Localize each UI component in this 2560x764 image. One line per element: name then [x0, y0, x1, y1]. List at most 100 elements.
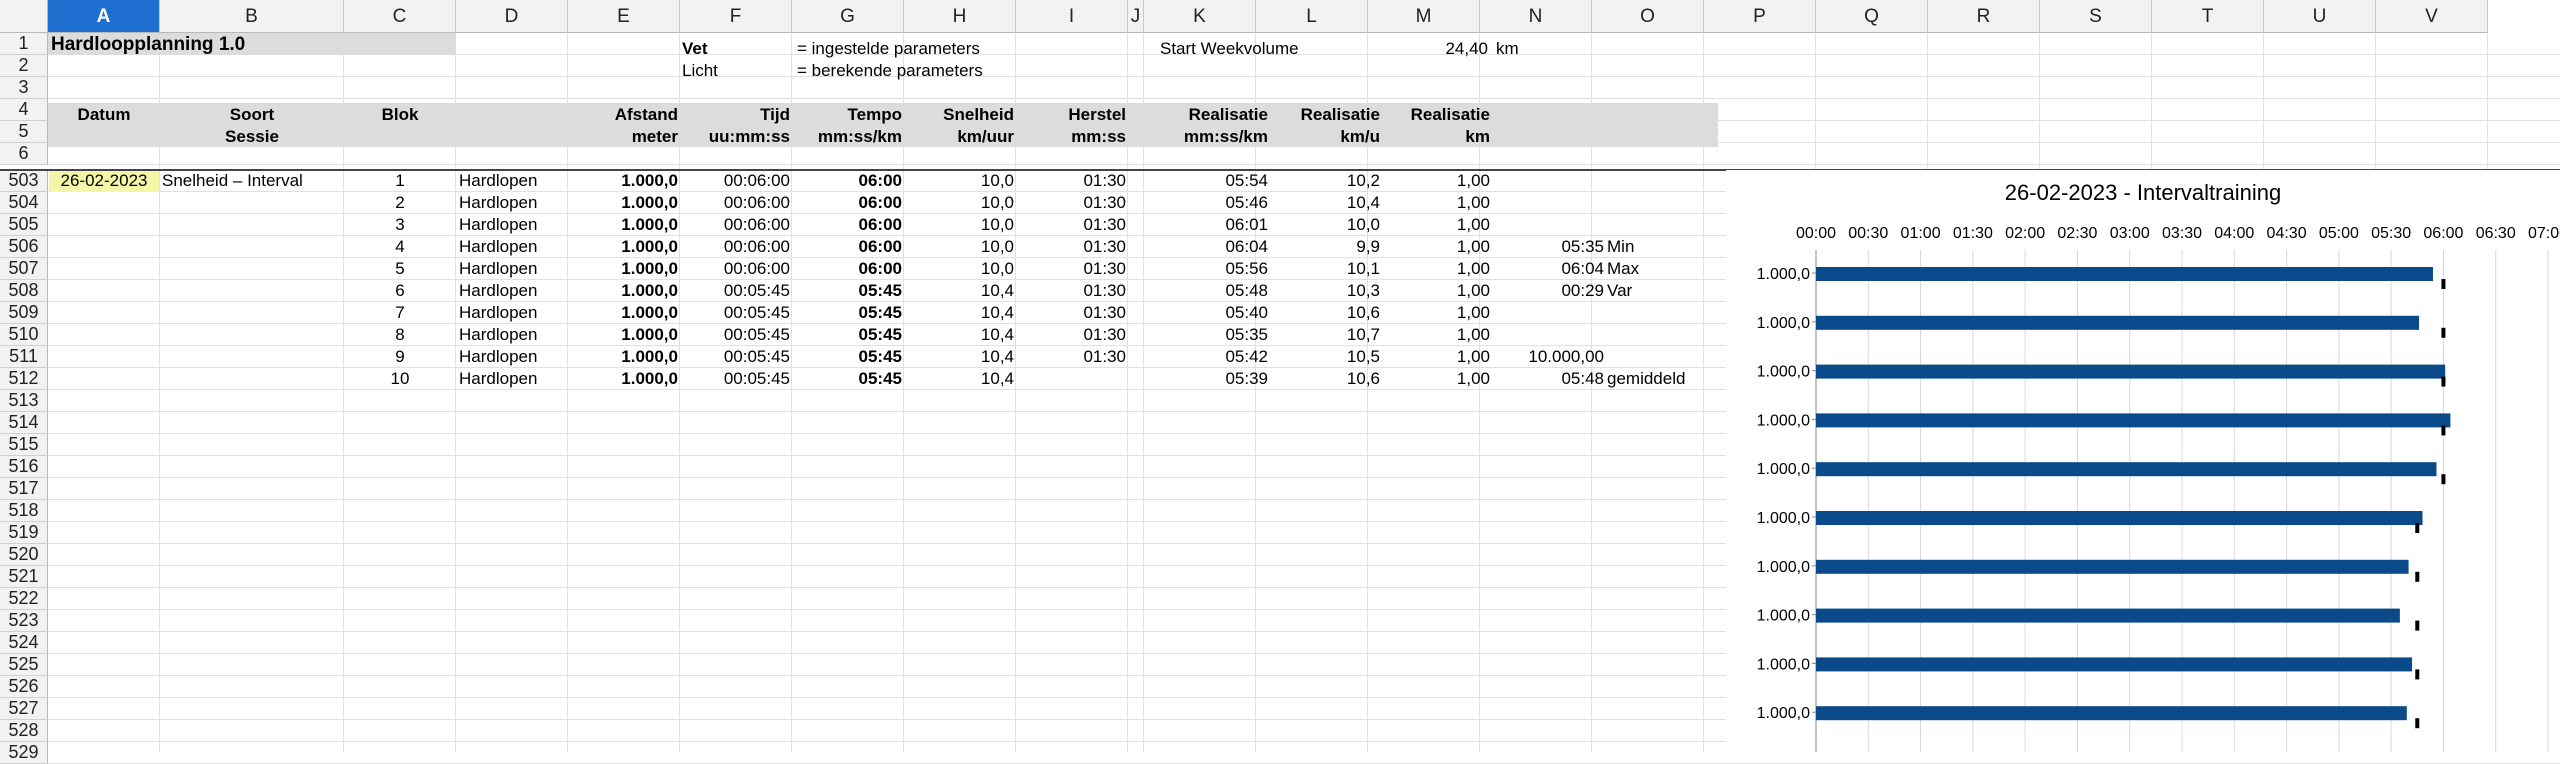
column-header-n[interactable]: N — [1480, 0, 1592, 33]
row-header[interactable]: 514 — [0, 412, 48, 434]
cell-real-km[interactable]: 1,00 — [1380, 192, 1490, 214]
row-header[interactable]: 519 — [0, 522, 48, 544]
cell-act[interactable]: Hardlopen — [459, 346, 569, 368]
column-header-s[interactable]: S — [2040, 0, 2152, 33]
row-header[interactable]: 507 — [0, 258, 48, 280]
row-header[interactable]: 513 — [0, 390, 48, 412]
cell-tempo[interactable]: 05:45 — [792, 368, 902, 390]
cell-herstel[interactable]: 01:30 — [1016, 324, 1126, 346]
column-header-r[interactable]: R — [1928, 0, 2040, 33]
cell-tijd[interactable]: 00:05:45 — [680, 324, 790, 346]
cell-herstel[interactable]: 01:30 — [1016, 346, 1126, 368]
column-header-l[interactable]: L — [1256, 0, 1368, 33]
column-header-e[interactable]: E — [568, 0, 680, 33]
cell-real-tempo[interactable]: 05:42 — [1156, 346, 1268, 368]
column-header-j[interactable]: J — [1128, 0, 1144, 33]
cell-tempo[interactable]: 06:00 — [792, 258, 902, 280]
cell-real-tempo[interactable]: 06:01 — [1156, 214, 1268, 236]
cell-tijd[interactable]: 00:06:00 — [680, 192, 790, 214]
cell-afstand[interactable]: 1.000,0 — [568, 280, 678, 302]
cell-afstand[interactable]: 1.000,0 — [568, 236, 678, 258]
cell-real-tempo[interactable]: 05:35 — [1156, 324, 1268, 346]
cell-real-km[interactable]: 1,00 — [1380, 170, 1490, 192]
cell-real-kmu[interactable]: 10,0 — [1268, 214, 1380, 236]
cell-blok[interactable]: 10 — [344, 368, 456, 390]
cell-afstand[interactable]: 1.000,0 — [568, 214, 678, 236]
row-header[interactable]: 4 — [0, 99, 48, 121]
cell-real-km[interactable]: 1,00 — [1380, 368, 1490, 390]
cell-afstand[interactable]: 1.000,0 — [568, 346, 678, 368]
column-header-m[interactable]: M — [1368, 0, 1480, 33]
cell-real-tempo[interactable]: 05:48 — [1156, 280, 1268, 302]
cell-blok[interactable]: 1 — [344, 170, 456, 192]
cell-snelheid[interactable]: 10,4 — [904, 346, 1014, 368]
row-header[interactable]: 6 — [0, 143, 48, 165]
cell-act[interactable]: Hardlopen — [459, 368, 569, 390]
cell-real-kmu[interactable]: 10,5 — [1268, 346, 1380, 368]
session-type-cell[interactable]: Snelheid – Interval — [162, 170, 303, 192]
row-header[interactable]: 508 — [0, 280, 48, 302]
column-header-v[interactable]: V — [2376, 0, 2488, 33]
row-header[interactable]: 517 — [0, 478, 48, 500]
cell-real-km[interactable]: 1,00 — [1380, 346, 1490, 368]
cell-real-tempo[interactable]: 05:46 — [1156, 192, 1268, 214]
cell-real-kmu[interactable]: 10,3 — [1268, 280, 1380, 302]
cell-tijd[interactable]: 00:06:00 — [680, 258, 790, 280]
column-header-q[interactable]: Q — [1816, 0, 1928, 33]
cell-blok[interactable]: 4 — [344, 236, 456, 258]
cell-real-km[interactable]: 1,00 — [1380, 280, 1490, 302]
cell-blok[interactable]: 7 — [344, 302, 456, 324]
cell-act[interactable]: Hardlopen — [459, 324, 569, 346]
row-header[interactable]: 510 — [0, 324, 48, 346]
cell-real-tempo[interactable]: 06:04 — [1156, 236, 1268, 258]
row-header[interactable]: 523 — [0, 610, 48, 632]
cell-herstel[interactable]: 01:30 — [1016, 170, 1126, 192]
row-header[interactable]: 526 — [0, 676, 48, 698]
cell-blok[interactable]: 5 — [344, 258, 456, 280]
cell-real-tempo[interactable]: 05:54 — [1156, 170, 1268, 192]
column-header-g[interactable]: G — [792, 0, 904, 33]
cell-herstel[interactable] — [1016, 368, 1126, 390]
stat-avg-value[interactable]: 05:48 — [1494, 368, 1604, 390]
cell-real-kmu[interactable]: 10,1 — [1268, 258, 1380, 280]
cell-blok[interactable]: 3 — [344, 214, 456, 236]
cell-real-tempo[interactable]: 05:39 — [1156, 368, 1268, 390]
cell-tijd[interactable]: 00:05:45 — [680, 302, 790, 324]
cell-real-kmu[interactable]: 10,2 — [1268, 170, 1380, 192]
cell-act[interactable]: Hardlopen — [459, 236, 569, 258]
row-header[interactable]: 1 — [0, 33, 48, 55]
cell-herstel[interactable]: 01:30 — [1016, 258, 1126, 280]
row-header[interactable]: 521 — [0, 566, 48, 588]
cell-afstand[interactable]: 1.000,0 — [568, 324, 678, 346]
row-header[interactable]: 511 — [0, 346, 48, 368]
cell-tempo[interactable]: 06:00 — [792, 192, 902, 214]
column-header-p[interactable]: P — [1704, 0, 1816, 33]
cell-snelheid[interactable]: 10,4 — [904, 368, 1014, 390]
cell-act[interactable]: Hardlopen — [459, 170, 569, 192]
cell-blok[interactable]: 2 — [344, 192, 456, 214]
cell-snelheid[interactable]: 10,0 — [904, 214, 1014, 236]
cell-blok[interactable]: 6 — [344, 280, 456, 302]
column-header-k[interactable]: K — [1144, 0, 1256, 33]
column-header-h[interactable]: H — [904, 0, 1016, 33]
row-header[interactable]: 525 — [0, 654, 48, 676]
select-all-corner[interactable] — [0, 0, 48, 33]
cell-snelheid[interactable]: 10,0 — [904, 170, 1014, 192]
cell-act[interactable]: Hardlopen — [459, 302, 569, 324]
cell-herstel[interactable]: 01:30 — [1016, 214, 1126, 236]
cell-real-km[interactable]: 1,00 — [1380, 302, 1490, 324]
cell-tempo[interactable]: 05:45 — [792, 324, 902, 346]
cell-afstand[interactable]: 1.000,0 — [568, 368, 678, 390]
cell-snelheid[interactable]: 10,4 — [904, 302, 1014, 324]
row-header[interactable]: 520 — [0, 544, 48, 566]
cell-tempo[interactable]: 06:00 — [792, 236, 902, 258]
cell-act[interactable]: Hardlopen — [459, 280, 569, 302]
cell-real-km[interactable]: 1,00 — [1380, 324, 1490, 346]
column-header-f[interactable]: F — [680, 0, 792, 33]
interval-chart[interactable]: 26-02-2023 - Intervaltraining 00:00 00:30 0… — [1726, 170, 2560, 752]
cell-snelheid[interactable]: 10,0 — [904, 258, 1014, 280]
cell-real-km[interactable]: 1,00 — [1380, 236, 1490, 258]
cell-real-tempo[interactable]: 05:56 — [1156, 258, 1268, 280]
session-date-cell[interactable]: 26-02-2023 — [49, 170, 159, 192]
column-header-u[interactable]: U — [2264, 0, 2376, 33]
